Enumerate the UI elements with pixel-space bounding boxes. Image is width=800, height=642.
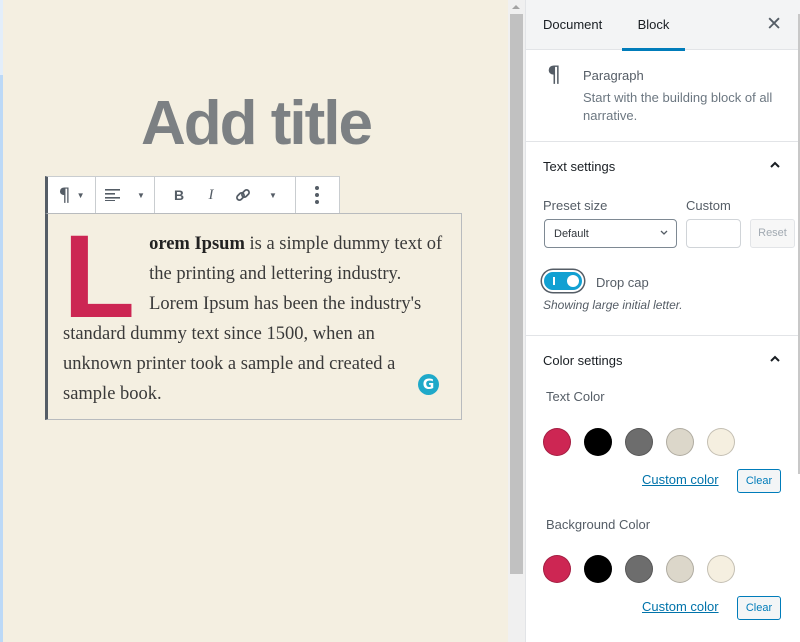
swatch-crimson[interactable]	[543, 428, 571, 456]
block-toolbar: ¶ ▼ ▼ B I ▼	[45, 176, 340, 214]
swatch-gray[interactable]	[625, 428, 653, 456]
more-options-group	[296, 177, 338, 213]
paragraph-text[interactable]: Lorem Ipsum is a simple dummy text of th…	[63, 211, 447, 409]
more-formats-dropdown[interactable]: ▼	[263, 177, 283, 213]
preset-size-select[interactable]: Default	[544, 219, 677, 248]
align-left-icon	[105, 189, 121, 201]
block-card: ¶ Paragraph Start with the building bloc…	[526, 50, 800, 142]
format-group: B I ▼	[155, 177, 296, 213]
bold-lead-text: orem Ipsum	[149, 234, 245, 254]
swatch-light-gray[interactable]	[666, 555, 694, 583]
sidebar-header: Document Block ✕	[526, 0, 800, 51]
text-settings-toggle[interactable]: Text settings	[543, 159, 615, 174]
text-custom-color-link[interactable]: Custom color	[642, 472, 719, 487]
background-color-clear-button[interactable]: Clear	[737, 596, 781, 620]
settings-sidebar: Document Block ✕ ¶ Paragraph Start with …	[525, 0, 800, 642]
paragraph-icon: ¶	[547, 63, 561, 88]
more-options-button[interactable]	[296, 177, 338, 213]
caret-down-icon: ▼	[137, 190, 145, 200]
background-color-palette	[543, 555, 735, 583]
drop-cap-label: Drop cap	[596, 275, 649, 290]
swatch-cream[interactable]	[707, 428, 735, 456]
swatch-gray[interactable]	[625, 555, 653, 583]
preset-size-value: Default	[554, 228, 589, 240]
color-settings-panel: Color settings Text Color Custom color C…	[526, 336, 800, 636]
color-settings-toggle[interactable]: Color settings	[543, 353, 622, 368]
text-color-palette	[543, 428, 735, 456]
background-custom-color-link[interactable]: Custom color	[642, 599, 719, 614]
close-icon[interactable]: ✕	[766, 15, 782, 35]
italic-button[interactable]: I	[199, 177, 223, 213]
preset-size-label: Preset size	[543, 198, 608, 213]
drop-cap-toggle[interactable]	[542, 270, 584, 292]
background-color-label: Background Color	[546, 517, 651, 532]
link-button[interactable]	[231, 177, 255, 213]
link-icon	[236, 189, 250, 201]
paragraph-block[interactable]: Lorem Ipsum is a simple dummy text of th…	[45, 213, 462, 420]
scrollbar-thumb[interactable]	[510, 14, 523, 574]
caret-down-icon: ▼	[76, 190, 85, 200]
text-color-clear-button[interactable]: Clear	[737, 469, 781, 493]
block-card-title: Paragraph	[583, 68, 644, 83]
custom-size-input[interactable]	[686, 219, 741, 248]
custom-size-label: Custom	[686, 198, 731, 213]
align-dropdown[interactable]: ▼	[96, 177, 154, 213]
tab-document[interactable]: Document	[543, 0, 602, 50]
swatch-black[interactable]	[584, 555, 612, 583]
text-color-label: Text Color	[546, 389, 605, 404]
caret-down-icon: ▼	[269, 190, 277, 200]
chevron-down-icon	[660, 230, 668, 235]
chevron-up-icon[interactable]	[770, 160, 780, 170]
swatch-light-gray[interactable]	[666, 428, 694, 456]
editor-scrollbar[interactable]	[508, 0, 525, 642]
bold-button[interactable]: B	[167, 177, 191, 213]
more-vertical-icon	[315, 186, 319, 204]
swatch-cream[interactable]	[707, 555, 735, 583]
block-switcher-group: ¶ ▼	[48, 177, 96, 213]
grammarly-icon[interactable]: G	[418, 374, 439, 395]
text-settings-panel: Text settings Preset size Custom Default…	[526, 142, 800, 336]
tab-block[interactable]: Block	[622, 0, 685, 51]
drop-cap-help-text: Showing large initial letter.	[543, 298, 683, 312]
swatch-crimson[interactable]	[543, 555, 571, 583]
alignment-group: ▼	[96, 177, 155, 213]
swatch-black[interactable]	[584, 428, 612, 456]
block-card-description: Start with the building block of all nar…	[583, 90, 773, 123]
reset-button[interactable]: Reset	[750, 219, 795, 248]
paragraph-icon: ¶	[58, 183, 71, 206]
chevron-up-icon[interactable]	[770, 354, 780, 364]
post-title-input[interactable]: Add title	[3, 88, 509, 159]
block-type-switcher[interactable]: ¶ ▼	[48, 177, 95, 213]
scroll-up-arrow-icon[interactable]	[512, 5, 520, 9]
drop-cap-letter: L	[63, 211, 136, 343]
